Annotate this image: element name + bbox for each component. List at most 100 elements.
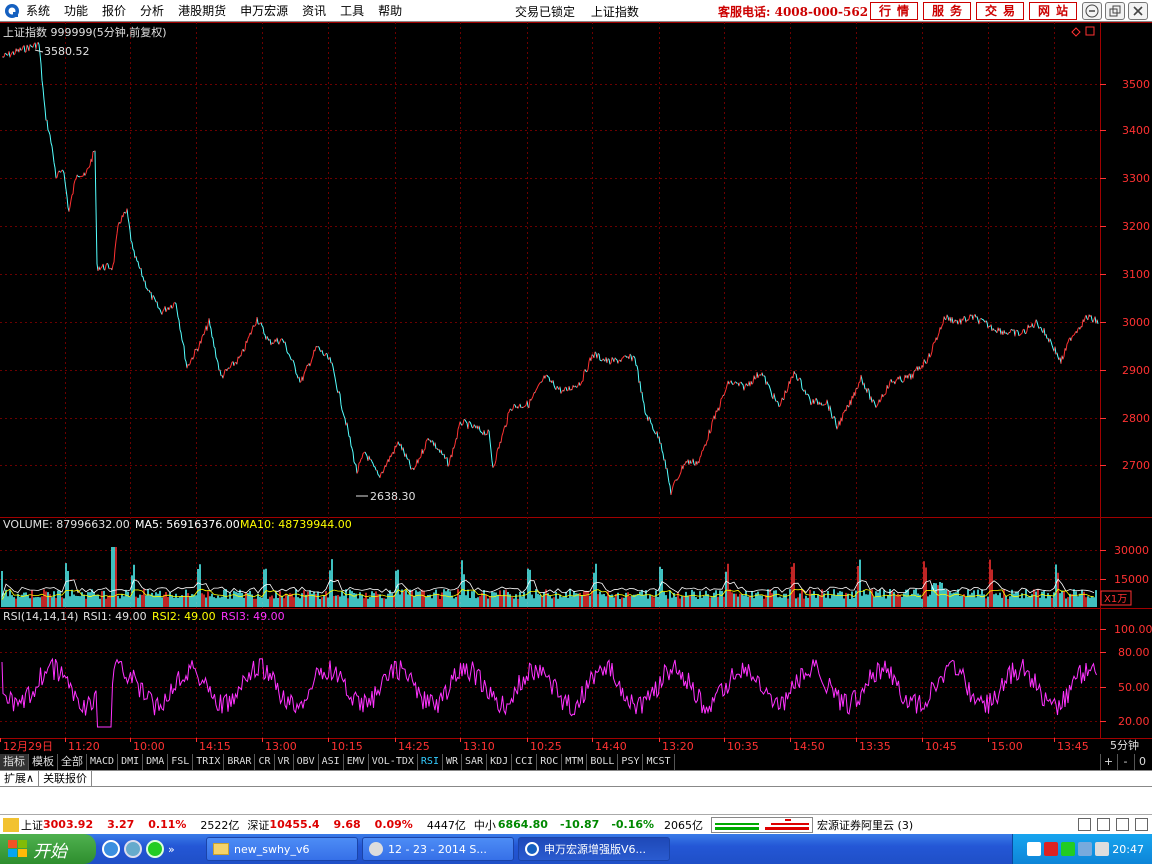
indicator-tab-cci[interactable]: CCI (512, 754, 538, 770)
tray-volume-icon[interactable] (1095, 842, 1110, 856)
chart-area[interactable]: 上证指数 999999(5分钟,前复权) 3580.52 2638.30 350… (0, 22, 1152, 754)
rsi-label: RSI(14,14,14) (3, 610, 78, 623)
svg-text:3400: 3400 (1122, 124, 1150, 137)
indicator-tab-template[interactable]: 模板 (29, 754, 58, 770)
indicator-tab-asi[interactable]: ASI (319, 754, 344, 770)
zoom-in-button[interactable]: + (1100, 754, 1116, 770)
time-tick: 10:25 (530, 740, 562, 753)
taskbar-item-label: 12 - 23 - 2014 S... (388, 842, 487, 856)
close-icon[interactable] (1128, 2, 1148, 20)
indicator-tab-psy[interactable]: PSY (618, 754, 644, 770)
tray-alert-icon[interactable] (1044, 842, 1059, 856)
browser-icon[interactable] (124, 840, 142, 858)
menu-bar: 系统 功能 报价 分析 港股期货 申万宏源 资讯 工具 帮助 交易已锁定 上证指… (0, 0, 1152, 22)
indicator-tab-dma[interactable]: DMA (143, 754, 169, 770)
indicator-tab-brar[interactable]: BRAR (224, 754, 256, 770)
extend-tab[interactable]: 扩展∧ (0, 771, 40, 786)
sz-name[interactable]: 深证 (247, 817, 269, 833)
zoom-out-button[interactable]: - (1117, 754, 1133, 770)
menu-system[interactable]: 系统 (26, 2, 50, 19)
indicator-tab-wr[interactable]: WR (443, 754, 463, 770)
server-name[interactable]: 宏源证券阿里云 (3) (817, 817, 913, 833)
zx-change: -10.87 (559, 818, 600, 831)
time-tick: 10:00 (133, 740, 165, 753)
reset-button[interactable]: 0 (1134, 754, 1150, 770)
indicator-tab-rsi[interactable]: RSI (418, 754, 443, 770)
menu-swhy[interactable]: 申万宏源 (240, 2, 288, 19)
clock[interactable]: 20:47 (1112, 843, 1144, 856)
menu-function[interactable]: 功能 (64, 2, 88, 19)
menu-quote[interactable]: 报价 (102, 2, 126, 19)
lock-icon[interactable] (1116, 818, 1129, 831)
indicator-tab-sar[interactable]: SAR (462, 754, 488, 770)
price-y-axis: 3500 3400 3300 3200 3100 3000 2900 2800 … (1122, 78, 1150, 472)
indicator-tab-trix[interactable]: TRIX (193, 754, 225, 770)
breadth-bars (715, 818, 810, 830)
volume-ma10: MA10: 48739944.00 (240, 518, 352, 531)
rsi-series (1, 657, 1097, 728)
windows-taskbar: 开始 » new_swhy_v6 12 - 23 - 2014 S... 申万宏… (0, 834, 1152, 864)
market-icon (3, 817, 19, 832)
indicator-tab-boll[interactable]: BOLL (587, 754, 619, 770)
indicator-tab-cr[interactable]: CR (255, 754, 275, 770)
sh-name[interactable]: 上证 (21, 817, 43, 833)
period-label[interactable]: 5分钟 (1110, 738, 1139, 752)
indicator-tab-mtm[interactable]: MTM (562, 754, 588, 770)
taskbar-item-folder[interactable]: new_swhy_v6 (206, 837, 358, 861)
refresh-icon[interactable] (146, 840, 164, 858)
help-icon[interactable] (1082, 2, 1102, 20)
indicator-tab-index[interactable]: 指标 (0, 754, 29, 770)
tray-network-icon[interactable] (1027, 842, 1042, 856)
quick-launch-more-icon[interactable]: » (168, 843, 175, 856)
video-icon (369, 842, 383, 856)
taskbar-item-label: 申万宏源增强版V6... (544, 843, 647, 856)
price-panel-controls[interactable] (1071, 26, 1095, 37)
time-tick: 14:25 (398, 740, 430, 753)
menu-hk-futures[interactable]: 港股期货 (178, 2, 226, 19)
start-button[interactable]: 开始 (0, 834, 96, 864)
sh-pct: 0.11% (148, 818, 187, 831)
nav-trade-button[interactable]: 交易 (976, 2, 1024, 20)
indicator-tab-all[interactable]: 全部 (58, 754, 87, 770)
time-tick: 13:10 (463, 740, 495, 753)
restore-icon[interactable] (1105, 2, 1125, 20)
indicator-tab-roc[interactable]: ROC (537, 754, 563, 770)
trade-lock-status[interactable]: 交易已锁定 (515, 5, 575, 19)
indicator-tab-vr[interactable]: VR (275, 754, 294, 770)
indicator-tab-dmi[interactable]: DMI (118, 754, 144, 770)
related-quote-tab[interactable]: 关联报价 (39, 771, 93, 786)
chart-svg[interactable]: 上证指数 999999(5分钟,前复权) 3580.52 2638.30 350… (0, 22, 1152, 754)
indicator-tab-kdj[interactable]: KDJ (487, 754, 513, 770)
nav-website-button[interactable]: 网站 (1029, 2, 1077, 20)
taskbar-item-video[interactable]: 12 - 23 - 2014 S... (362, 837, 514, 861)
market-status-bar: 上证 3003.92 3.27 0.11% 2522亿 深证 10455.4 9… (0, 814, 1152, 834)
ie-icon[interactable] (102, 840, 120, 858)
menu-analysis[interactable]: 分析 (140, 2, 164, 19)
indicator-tab-fsl[interactable]: FSL (168, 754, 194, 770)
signal-icon[interactable] (1097, 818, 1110, 831)
price-down-segments (2, 41, 1099, 495)
menu-help[interactable]: 帮助 (378, 2, 402, 19)
zx-amount: 2065亿 (664, 818, 704, 832)
menu-tools[interactable]: 工具 (340, 2, 364, 19)
indicator-tab-vol-tdx[interactable]: VOL-TDX (369, 754, 418, 770)
zx-pct: -0.16% (611, 818, 655, 831)
indicator-tab-mcst[interactable]: MCST (643, 754, 675, 770)
nav-service-button[interactable]: 服务 (923, 2, 971, 20)
nav-market-button[interactable]: 行情 (870, 2, 918, 20)
indicator-tab-emv[interactable]: EMV (344, 754, 369, 770)
tray-media-icon[interactable] (1061, 842, 1076, 856)
indicator-tab-macd[interactable]: MACD (87, 754, 119, 770)
zx-name[interactable]: 中小 (474, 817, 496, 833)
settings-icon[interactable] (1135, 818, 1148, 831)
volume-ma5: MA5: 56916376.00 (135, 518, 240, 531)
price-up-segments (1, 41, 1098, 496)
menu-news[interactable]: 资讯 (302, 2, 326, 19)
tray-shield-icon[interactable] (1078, 842, 1093, 856)
price-series (1, 41, 1099, 496)
indicator-tab-obv[interactable]: OBV (294, 754, 319, 770)
taskbar-item-swhy[interactable]: 申万宏源增强版V6... (518, 837, 670, 861)
window-icon[interactable] (1078, 818, 1091, 831)
market-breadth-indicator (711, 816, 814, 833)
rsi3-label: RSI3: 49.00 (221, 610, 285, 623)
